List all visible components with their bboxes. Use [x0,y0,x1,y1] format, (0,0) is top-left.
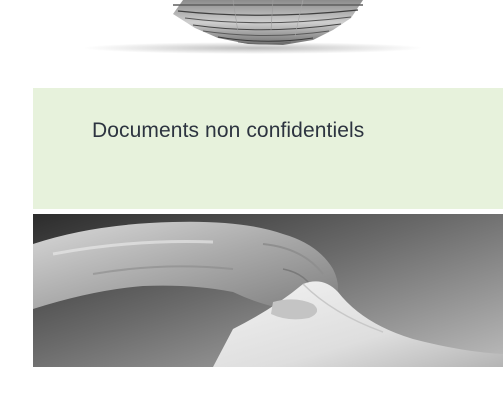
gloved-hand-photo [33,214,503,367]
newspaper-stack-photo [33,0,503,80]
caption-title: Documents non confidentiels [92,119,365,142]
caption-panel: Documents non confidentiels [33,88,503,209]
